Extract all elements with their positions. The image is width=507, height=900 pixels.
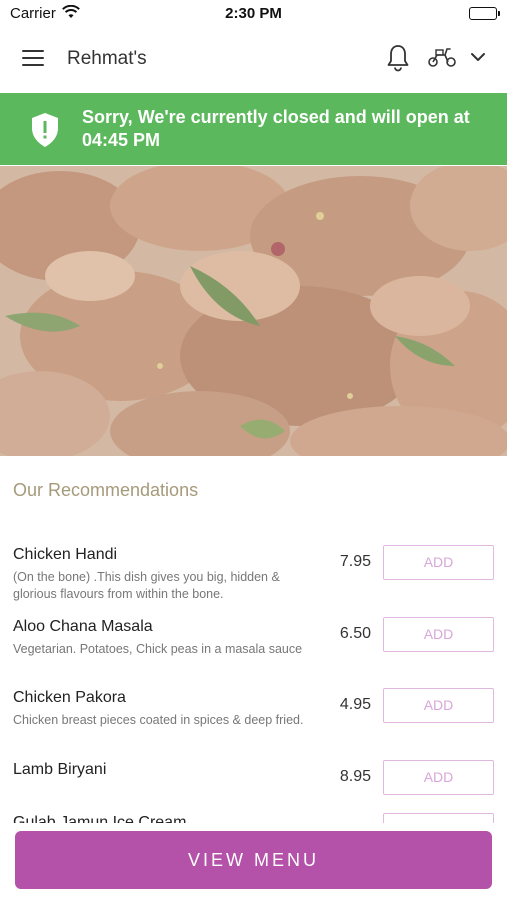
app-header: Rehmat's bbox=[0, 26, 507, 92]
item-description: Chicken breast pieces coated in spices &… bbox=[13, 713, 304, 727]
recommendations-title: Our Recommendations bbox=[13, 480, 199, 500]
closed-banner: Sorry, We're currently closed and will o… bbox=[0, 93, 507, 165]
list-item: Chicken Pakora Chicken breast pieces coa… bbox=[0, 683, 507, 755]
item-price: 6.50 bbox=[339, 625, 371, 642]
item-price: 8.95 bbox=[339, 768, 371, 785]
item-name: Gulab Jamun Ice Cream bbox=[13, 814, 187, 823]
add-button[interactable]: ADD bbox=[383, 688, 494, 723]
list-item: Chicken Handi (On the bone) .This dish g… bbox=[0, 540, 507, 612]
view-menu-button[interactable]: VIEW MENU bbox=[15, 831, 492, 889]
list-item: Gulab Jamun Ice Cream ADD bbox=[0, 808, 507, 823]
item-name: Chicken Handi bbox=[13, 546, 118, 563]
item-name: Lamb Biryani bbox=[13, 761, 107, 778]
clock: 2:30 PM bbox=[225, 5, 282, 22]
recommendations-list[interactable]: Chicken Handi (On the bone) .This dish g… bbox=[0, 540, 507, 823]
item-description: (On the bone) .This dish gives you big, … bbox=[13, 570, 280, 601]
add-button[interactable]: ADD bbox=[383, 545, 494, 580]
restaurant-title: Rehmat's bbox=[67, 48, 147, 69]
closed-message: Sorry, We're currently closed and will o… bbox=[82, 107, 470, 150]
add-button[interactable]: ADD bbox=[383, 617, 494, 652]
chevron-down-icon[interactable] bbox=[470, 50, 486, 68]
add-button[interactable]: ADD bbox=[383, 760, 494, 795]
item-name: Chicken Pakora bbox=[13, 689, 126, 706]
status-bar: Carrier 2:30 PM bbox=[0, 0, 507, 26]
bell-icon[interactable] bbox=[386, 44, 410, 77]
item-name: Aloo Chana Masala bbox=[13, 618, 153, 635]
hero-food-image bbox=[0, 166, 507, 456]
battery-icon bbox=[469, 7, 500, 20]
add-button[interactable]: ADD bbox=[383, 813, 494, 823]
item-description: Vegetarian. Potatoes, Chick peas in a ma… bbox=[13, 642, 303, 656]
scooter-icon[interactable] bbox=[427, 46, 457, 73]
shield-icon bbox=[30, 112, 60, 153]
list-item: Aloo Chana Masala Vegetarian. Potatoes, … bbox=[0, 612, 507, 684]
item-price: 7.95 bbox=[339, 553, 371, 570]
item-price: 4.95 bbox=[339, 696, 371, 713]
menu-icon[interactable] bbox=[22, 50, 46, 68]
